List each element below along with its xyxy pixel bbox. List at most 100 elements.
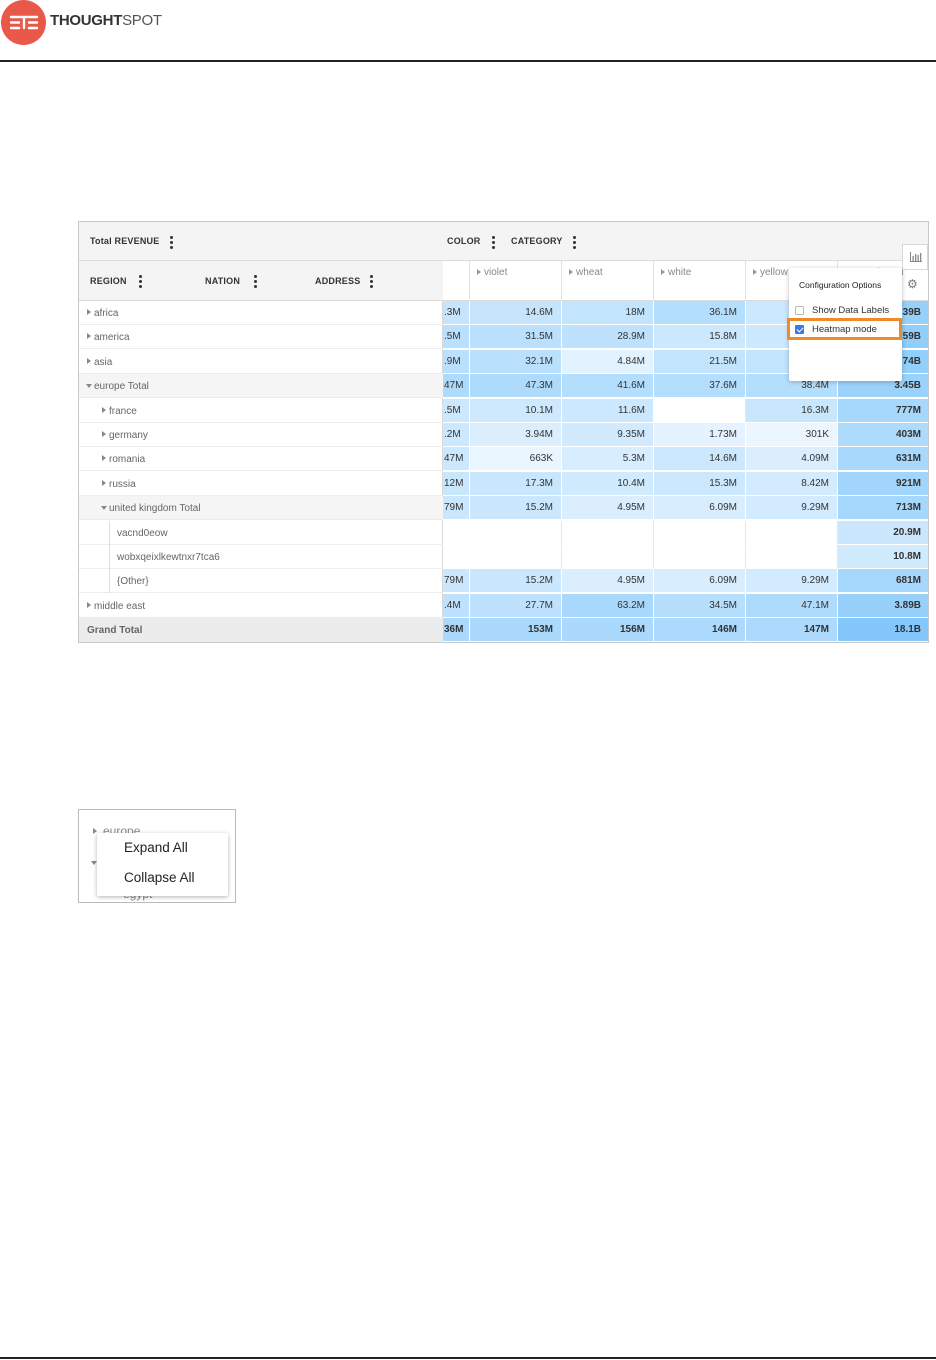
category-menu-icon[interactable] bbox=[573, 236, 576, 251]
table-cell bbox=[654, 545, 746, 569]
table-cell: 11.6M bbox=[562, 399, 654, 423]
column-header-violet[interactable]: violet bbox=[470, 261, 562, 301]
table-cell bbox=[562, 521, 654, 545]
measure-menu-icon[interactable] bbox=[170, 236, 173, 251]
gear-icon[interactable]: ⚙ bbox=[907, 278, 918, 290]
table-row[interactable]: europe Total bbox=[79, 374, 443, 398]
table-row[interactable]: asia bbox=[79, 350, 443, 374]
table-cell: 18.1B bbox=[838, 618, 928, 642]
table-cell bbox=[746, 545, 838, 569]
table-row[interactable]: germany bbox=[79, 423, 443, 447]
table-cell: 16.3M bbox=[746, 399, 838, 423]
table-cell: 10.4M bbox=[562, 472, 654, 496]
expand-caret-icon[interactable] bbox=[102, 455, 106, 461]
row-label: {Other} bbox=[117, 576, 149, 587]
attr-header-category[interactable]: CATEGORY bbox=[511, 236, 563, 246]
address-menu-icon[interactable] bbox=[370, 275, 373, 290]
table-cell: 31.5M bbox=[470, 325, 562, 349]
table-row[interactable]: {Other} bbox=[79, 569, 443, 593]
table-cell: 5.3M bbox=[562, 447, 654, 471]
table-cell: 4.09M bbox=[746, 447, 838, 471]
row-label: middle east bbox=[94, 601, 146, 612]
expand-caret-icon[interactable] bbox=[102, 407, 106, 413]
table-cell: 47.1M bbox=[746, 594, 838, 618]
bar-chart-icon bbox=[910, 252, 922, 262]
table-row[interactable]: romania bbox=[79, 447, 443, 471]
table-cell: 15.2M bbox=[470, 496, 562, 520]
expand-caret-icon[interactable] bbox=[87, 333, 91, 339]
show-data-labels-checkbox[interactable] bbox=[795, 306, 804, 315]
show-data-labels-label: Show Data Labels bbox=[812, 305, 890, 316]
table-row[interactable]: middle east bbox=[79, 594, 443, 618]
table-cell: 63.2M bbox=[562, 594, 654, 618]
table-cell: 663K bbox=[470, 447, 562, 471]
row-label: france bbox=[109, 406, 137, 417]
table-cell: 301K bbox=[746, 423, 838, 447]
table-cell: 10.8M bbox=[838, 545, 928, 569]
table-row[interactable]: america bbox=[79, 325, 443, 349]
attr-header-nation[interactable]: NATION bbox=[205, 276, 240, 286]
row-label: vacnd0eow bbox=[117, 528, 168, 539]
expand-caret-icon[interactable] bbox=[87, 358, 91, 364]
attr-header-region[interactable]: REGION bbox=[90, 276, 127, 286]
table-cell: 36M bbox=[443, 618, 470, 642]
table-row[interactable]: russia bbox=[79, 472, 443, 496]
table-row[interactable]: united kingdom Total bbox=[79, 496, 443, 520]
collapse-all-menu-item[interactable]: Collapse All bbox=[124, 870, 195, 885]
table-cell: 37.6M bbox=[654, 374, 746, 398]
row-label: romania bbox=[109, 454, 146, 465]
table-cell bbox=[562, 545, 654, 569]
row-label: germany bbox=[109, 430, 148, 441]
region-menu-icon[interactable] bbox=[139, 275, 142, 290]
expand-caret-icon[interactable] bbox=[87, 309, 91, 315]
table-cell: 18M bbox=[562, 301, 654, 325]
table-cell: 6.09M bbox=[654, 496, 746, 520]
table-cell: 79M bbox=[443, 496, 470, 520]
row-label: africa bbox=[94, 308, 119, 319]
expand-caret-icon[interactable] bbox=[102, 431, 106, 437]
collapse-caret-icon[interactable] bbox=[101, 506, 107, 510]
table-cell: 403M bbox=[838, 423, 928, 447]
chart-type-button[interactable] bbox=[902, 244, 928, 270]
table-cell bbox=[443, 521, 470, 545]
expand-caret-icon[interactable] bbox=[102, 480, 106, 486]
table-row[interactable]: wobxqeixlkewtnxr7tca6 bbox=[79, 545, 443, 569]
column-header-wheat[interactable]: wheat bbox=[562, 261, 654, 301]
nation-menu-icon[interactable] bbox=[254, 275, 257, 290]
grand-total-row: Grand Total bbox=[79, 618, 443, 642]
expand-caret-icon[interactable] bbox=[477, 269, 481, 275]
attr-header-color[interactable]: COLOR bbox=[447, 236, 481, 246]
expand-caret-icon[interactable] bbox=[661, 269, 665, 275]
expand-caret-icon[interactable] bbox=[569, 269, 573, 275]
heatmap-highlight-box bbox=[787, 318, 902, 340]
table-cell: .5M bbox=[443, 325, 470, 349]
column-header-label: yellow bbox=[760, 267, 788, 278]
table-row[interactable]: france bbox=[79, 399, 443, 423]
expand-caret-icon[interactable] bbox=[753, 269, 757, 275]
table-cell: 28.9M bbox=[562, 325, 654, 349]
table-row[interactable]: africa bbox=[79, 301, 443, 325]
column-attribute-header: COLOR CATEGORY bbox=[443, 222, 928, 261]
expand-all-menu-item[interactable]: Expand All bbox=[124, 840, 188, 855]
table-cell: 47.3M bbox=[470, 374, 562, 398]
attr-header-address[interactable]: ADDRESS bbox=[315, 276, 360, 286]
table-cell bbox=[470, 545, 562, 569]
measure-label: Total REVENUE bbox=[90, 236, 160, 246]
column-header-white[interactable]: white bbox=[654, 261, 746, 301]
collapse-caret-icon[interactable] bbox=[86, 384, 92, 388]
table-row[interactable]: vacnd0eow bbox=[79, 521, 443, 545]
color-menu-icon[interactable] bbox=[492, 236, 495, 251]
table-cell: 3.89B bbox=[838, 594, 928, 618]
table-cell: 4.95M bbox=[562, 569, 654, 593]
column-header-label: white bbox=[668, 267, 692, 278]
table-cell: 20.9M bbox=[838, 521, 928, 545]
table-cell: 4.95M bbox=[562, 496, 654, 520]
table-cell bbox=[470, 521, 562, 545]
expand-caret-icon[interactable] bbox=[87, 602, 91, 608]
column-header-label: violet bbox=[484, 267, 508, 278]
table-cell: .4M bbox=[443, 594, 470, 618]
table-cell bbox=[654, 399, 746, 423]
table-cell: 17.3M bbox=[470, 472, 562, 496]
table-cell: 15.2M bbox=[470, 569, 562, 593]
table-cell: 8.42M bbox=[746, 472, 838, 496]
